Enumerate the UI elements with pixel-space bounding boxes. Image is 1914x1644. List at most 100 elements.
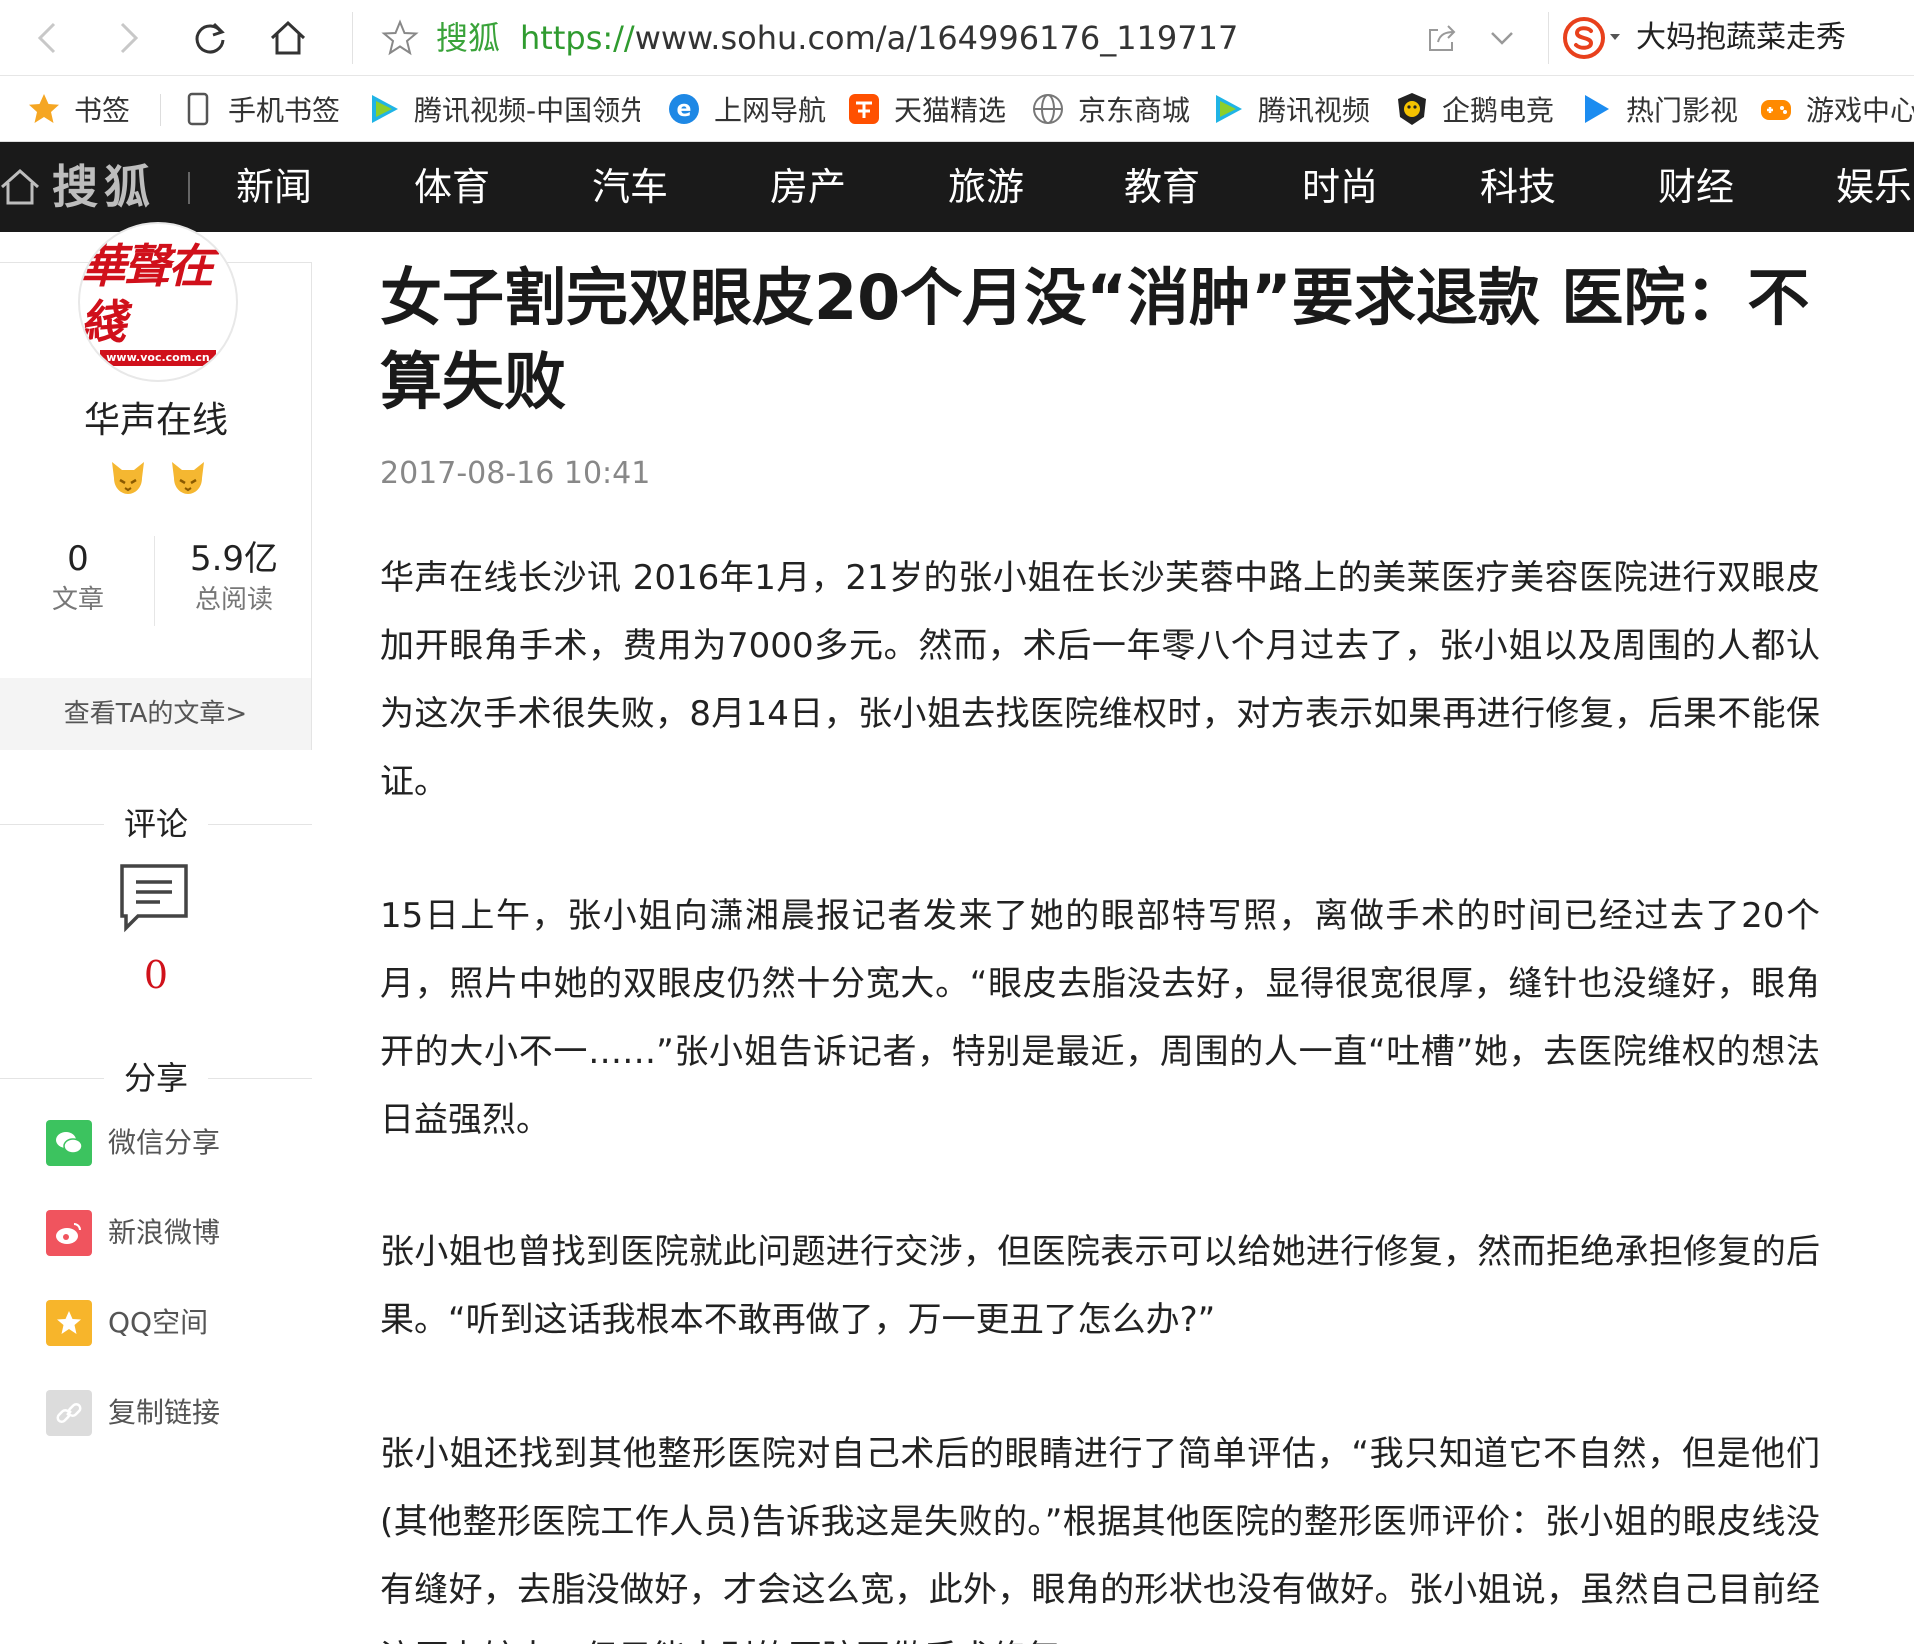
hot-search-word[interactable]: 大妈抱蔬菜走秀 bbox=[1636, 16, 1846, 60]
reload-icon bbox=[195, 22, 225, 54]
bookmark-item[interactable]: 书签 bbox=[26, 86, 130, 132]
back-button[interactable] bbox=[24, 14, 72, 62]
reads-label: 总阅读 bbox=[194, 585, 273, 615]
globe-icon bbox=[1030, 91, 1066, 127]
star-icon bbox=[26, 91, 62, 127]
comment-count[interactable]: 0 bbox=[0, 950, 312, 1000]
article-date: 2017-08-16 10:41 bbox=[380, 456, 651, 491]
share-weibo-button[interactable]: 新浪微博 bbox=[46, 1208, 220, 1258]
share-wechat-label: 微信分享 bbox=[108, 1126, 221, 1159]
avatar[interactable]: 華聲在綫 www.voc.com.cn bbox=[78, 222, 238, 382]
bookmark-label: 上网导航 bbox=[714, 94, 827, 127]
weibo-icon bbox=[46, 1210, 92, 1256]
author-name[interactable]: 华声在线 bbox=[0, 396, 312, 446]
bookmark-label: 腾讯视频-中国领先 bbox=[414, 94, 640, 127]
nav-item-travel[interactable]: 旅游 bbox=[948, 160, 1024, 214]
articles-stat: 0 文章 bbox=[0, 536, 156, 618]
author-medals bbox=[106, 456, 210, 500]
comment-icon[interactable] bbox=[118, 862, 190, 934]
comments-heading-text: 评论 bbox=[123, 805, 188, 843]
bookmark-label: 热门影视 bbox=[1626, 94, 1739, 127]
url-path: www.sohu.com/a/164996176_119717 bbox=[634, 19, 1239, 57]
nav-item-sports[interactable]: 体育 bbox=[414, 160, 490, 214]
nav-item-fashion[interactable]: 时尚 bbox=[1302, 160, 1378, 214]
comments-heading: 评论 bbox=[0, 804, 312, 844]
home-button[interactable] bbox=[264, 14, 312, 62]
gamepad-icon bbox=[1758, 91, 1794, 127]
nav-item-finance[interactable]: 财经 bbox=[1658, 160, 1734, 214]
home-icon bbox=[270, 20, 306, 55]
nav-item-tech[interactable]: 科技 bbox=[1480, 160, 1556, 214]
articles-label: 文章 bbox=[51, 585, 104, 615]
home-icon[interactable] bbox=[0, 166, 42, 208]
play-icon bbox=[1210, 91, 1246, 127]
article-paragraph: 张小姐也曾找到医院就此问题进行交涉，但医院表示可以给她进行修复，然而拒绝承担修复… bbox=[380, 1232, 1820, 1340]
reload-button[interactable] bbox=[186, 14, 234, 62]
share-weibo-label: 新浪微博 bbox=[108, 1216, 221, 1249]
article-paragraph: 张小姐还找到其他整形医院对自己术后的眼睛进行了简单评估，“我只知道它不自然，但是… bbox=[380, 1434, 1820, 1644]
chevron-left-icon bbox=[37, 22, 56, 54]
share-qzone-button[interactable]: QQ空间 bbox=[46, 1298, 208, 1348]
svg-text:e: e bbox=[677, 97, 692, 122]
site-name: 搜狐 bbox=[436, 19, 501, 57]
link-icon bbox=[46, 1390, 92, 1436]
share-qzone-label: QQ空间 bbox=[108, 1306, 209, 1339]
phone-icon bbox=[180, 91, 216, 127]
tmall-icon bbox=[846, 91, 882, 127]
fox-medal-icon bbox=[112, 462, 144, 494]
article-title: 女子割完双眼皮20个月没“消肿”要求退款 医院：不算失败 bbox=[380, 261, 1810, 418]
chevron-right-icon bbox=[120, 22, 139, 54]
browser-address-bar: 搜狐 https://www.sohu.com/a/164996176_1197… bbox=[0, 0, 1914, 76]
copy-link-button[interactable]: 复制链接 bbox=[46, 1388, 220, 1438]
nav-separator bbox=[188, 172, 190, 204]
share-wechat-button[interactable]: 微信分享 bbox=[46, 1118, 220, 1168]
share-icon[interactable] bbox=[1424, 20, 1460, 56]
bookmark-label: 天猫精选 bbox=[894, 94, 1007, 127]
bookmark-star-icon[interactable] bbox=[380, 18, 420, 58]
bookmark-item[interactable]: 腾讯视频 bbox=[1210, 86, 1370, 132]
articles-count: 0 bbox=[67, 539, 89, 579]
bookmark-separator bbox=[160, 94, 161, 126]
nav-item-entertainment[interactable]: 娱乐 bbox=[1836, 160, 1912, 214]
sogou-search-icon[interactable] bbox=[1562, 16, 1606, 60]
bookmark-label: 书签 bbox=[74, 94, 131, 127]
share-heading: 分享 bbox=[0, 1058, 312, 1098]
bookmark-item[interactable]: 手机书签 bbox=[180, 86, 340, 132]
bookmark-label: 企鹅电竞 bbox=[1442, 94, 1555, 127]
forward-button[interactable] bbox=[104, 14, 152, 62]
bookmark-item[interactable]: e 上网导航 bbox=[666, 86, 826, 132]
avatar-logo-text: 華聲在綫 bbox=[80, 239, 214, 349]
view-author-articles-link[interactable]: 查看TA的文章> bbox=[0, 678, 311, 750]
toolbar-separator bbox=[352, 12, 353, 64]
copy-link-label: 复制链接 bbox=[108, 1396, 221, 1429]
bookmark-label: 手机书签 bbox=[228, 94, 341, 127]
nav-item-house[interactable]: 房产 bbox=[770, 160, 846, 214]
bookmark-label: 腾讯视频 bbox=[1258, 94, 1371, 127]
play-blue-icon bbox=[1578, 91, 1614, 127]
bookmarks-bar: 书签 手机书签 腾讯视频-中国领先 e 上网导航 天猫精选 京东商城 腾讯视频 … bbox=[0, 76, 1914, 142]
nav-item-news[interactable]: 新闻 bbox=[236, 160, 312, 214]
bookmark-label: 京东商城 bbox=[1078, 94, 1191, 127]
nav-item-education[interactable]: 教育 bbox=[1124, 160, 1200, 214]
penguin-icon bbox=[1394, 91, 1430, 127]
bookmark-item[interactable]: 京东商城 bbox=[1030, 86, 1190, 132]
url-field[interactable]: https://www.sohu.com/a/164996176_119717 bbox=[520, 16, 1238, 60]
share-heading-text: 分享 bbox=[123, 1059, 188, 1097]
dropdown-arrow-icon[interactable] bbox=[1608, 30, 1622, 44]
bookmark-item[interactable]: 企鹅电竞 bbox=[1394, 86, 1554, 132]
reads-count: 5.9亿 bbox=[189, 539, 279, 579]
bookmark-item[interactable]: 天猫精选 bbox=[846, 86, 1006, 132]
play-icon bbox=[366, 91, 402, 127]
sohu-logo[interactable]: 搜狐 bbox=[52, 160, 156, 214]
bookmark-item[interactable]: 游戏中心 bbox=[1758, 86, 1914, 132]
chevron-down-icon[interactable] bbox=[1484, 20, 1520, 56]
reads-stat: 5.9亿 总阅读 bbox=[156, 536, 312, 618]
nav-item-auto[interactable]: 汽车 bbox=[592, 160, 668, 214]
bookmark-item[interactable]: 热门影视 bbox=[1578, 86, 1738, 132]
bookmark-label: 游戏中心 bbox=[1806, 94, 1914, 127]
toolbar-separator bbox=[1548, 12, 1549, 64]
wechat-icon bbox=[46, 1120, 92, 1166]
bookmark-item[interactable]: 腾讯视频-中国领先 bbox=[366, 86, 640, 132]
article-paragraph: 华声在线长沙讯 2016年1月，21岁的张小姐在长沙芙蓉中路上的美莱医疗美容医院… bbox=[380, 558, 1820, 802]
article-paragraph: 15日上午，张小姐向潇湘晨报记者发来了她的眼部特写照，离做手术的时间已经过去了2… bbox=[380, 896, 1820, 1140]
